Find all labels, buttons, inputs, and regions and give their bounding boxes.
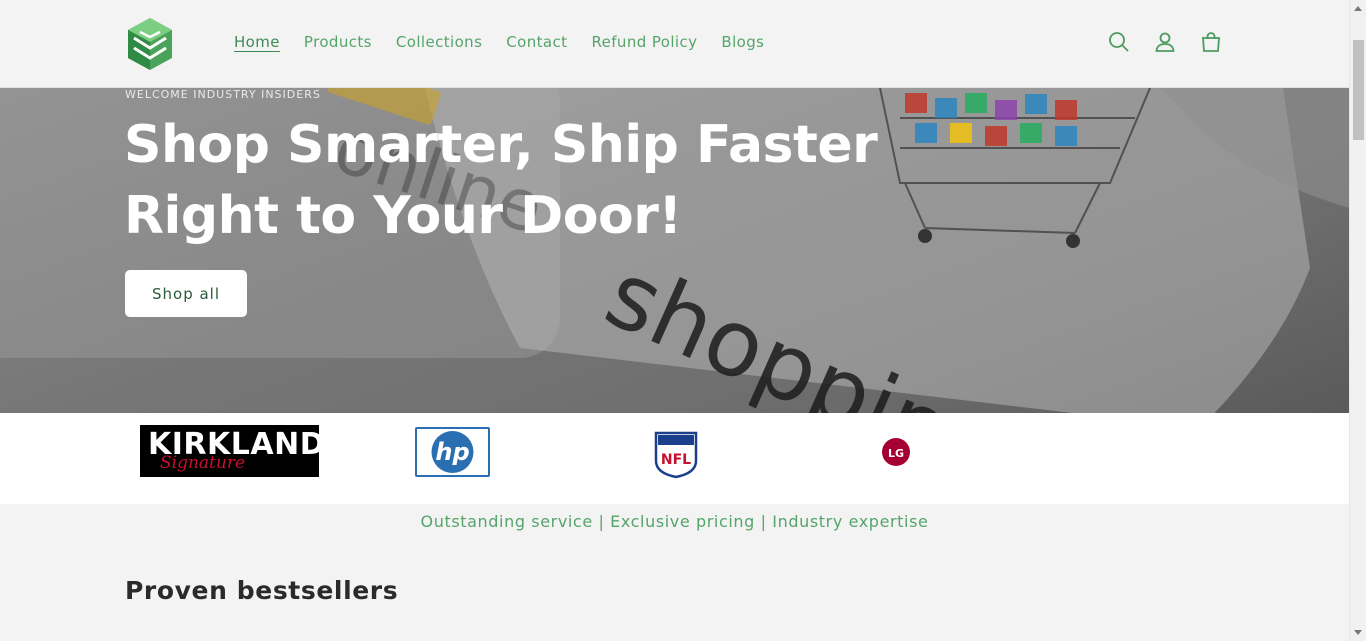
lg-logo-text: LG xyxy=(888,447,904,460)
nav-contact[interactable]: Contact xyxy=(506,33,567,51)
hp-logo-text: hp xyxy=(435,438,469,466)
section-title: Proven bestsellers xyxy=(125,576,399,605)
nav-blogs[interactable]: Blogs xyxy=(721,33,764,51)
hp-logo[interactable]: hp xyxy=(415,427,490,477)
store-logo[interactable] xyxy=(126,16,174,72)
shop-all-button[interactable]: Shop all xyxy=(125,270,247,317)
nav-home[interactable]: Home xyxy=(234,33,280,51)
kirkland-logo-subtext: Signature xyxy=(160,453,246,473)
hero-title: Shop Smarter, Ship Faster Right to Your … xyxy=(124,110,878,252)
search-icon[interactable] xyxy=(1107,30,1131,54)
nav-refund-policy[interactable]: Refund Policy xyxy=(591,33,697,51)
brand-logos-strip: KIRKLAND Signature hp NFL LG xyxy=(0,413,1349,504)
nav-products[interactable]: Products xyxy=(304,33,372,51)
scroll-up-arrow-icon[interactable] xyxy=(1354,6,1362,11)
cart-icon[interactable] xyxy=(1199,30,1223,54)
hero-title-line-2: Right to Your Door! xyxy=(124,186,682,246)
kirkland-signature-logo[interactable]: KIRKLAND Signature xyxy=(140,425,325,477)
hero-banner: shopping online WELCOME INDUSTRY INSIDER… xyxy=(0,88,1349,413)
page-scrollbar[interactable] xyxy=(1349,0,1366,641)
account-icon[interactable] xyxy=(1153,30,1177,54)
nfl-logo-text: NFL xyxy=(661,452,691,468)
nav-collections[interactable]: Collections xyxy=(396,33,482,51)
hero-eyebrow: WELCOME INDUSTRY INSIDERS xyxy=(125,88,321,101)
hero-title-line-1: Shop Smarter, Ship Faster xyxy=(124,115,878,175)
header-icons xyxy=(1107,30,1223,54)
scroll-down-arrow-icon[interactable] xyxy=(1354,630,1362,635)
main-nav: Home Products Collections Contact Refund… xyxy=(234,33,764,51)
site-header: Home Products Collections Contact Refund… xyxy=(0,0,1349,88)
tagline: Outstanding service | Exclusive pricing … xyxy=(420,512,929,531)
lg-logo[interactable]: LG xyxy=(881,437,911,467)
nfl-logo[interactable]: NFL xyxy=(653,427,699,479)
scrollbar-thumb[interactable] xyxy=(1353,40,1364,140)
